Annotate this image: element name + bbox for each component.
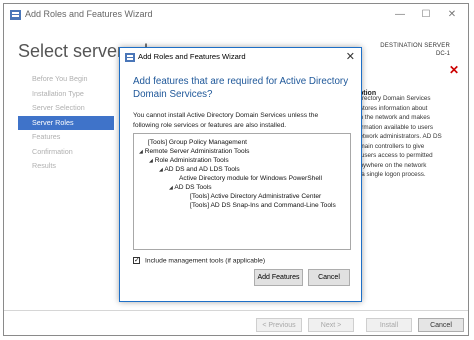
dialog-cancel-button[interactable]: Cancel — [308, 269, 350, 286]
include-tools-checkbox[interactable]: ✓ — [133, 257, 140, 264]
include-tools-label: Include management tools (if applicable) — [145, 257, 266, 265]
tree-item[interactable]: [Tools] AD DS Snap-Ins and Command-Line … — [190, 201, 336, 210]
dialog-heading-line: Domain Services? — [133, 88, 213, 100]
minimize-button[interactable]: — — [388, 7, 412, 23]
tree-item-label: [Tools] AD DS Snap-Ins and Command-Line … — [190, 202, 336, 209]
description-line: on the network and makes — [356, 114, 430, 121]
window-title: Add Roles and Features Wizard — [25, 9, 153, 19]
dialog-message-line: You cannot install Active Directory Doma… — [133, 112, 319, 119]
dialog-heading: Add features that are required for Activ… — [133, 76, 353, 101]
server-manager-icon — [125, 53, 135, 62]
nav-item-results[interactable]: Results — [18, 159, 114, 174]
tree-item-label: [Tools] Active Directory Administrative … — [190, 193, 322, 200]
dialog-message: You cannot install Active Directory Doma… — [133, 111, 358, 130]
install-button[interactable]: Install — [366, 318, 412, 332]
tree-item-label: Remote Server Administration Tools — [144, 148, 250, 155]
expand-triangle-icon[interactable]: ◢ — [159, 167, 163, 173]
expand-triangle-icon[interactable]: ◢ — [149, 158, 153, 164]
dialog-title: Add Roles and Features Wizard — [138, 52, 246, 61]
server-manager-icon — [10, 10, 21, 20]
description-line: omain controllers to give — [356, 142, 425, 150]
tree-item-label: AD DS Tools — [174, 184, 212, 191]
role-description: Directory Domain Services ) stores infor… — [356, 94, 471, 180]
description-line: formation available to users — [356, 123, 434, 131]
tree-item-label: [Tools] Group Policy Management — [148, 139, 247, 146]
tree-item-label: Role Administration Tools — [154, 157, 229, 164]
description-line: network administrators. AD DS — [356, 133, 442, 140]
dialog-titlebar[interactable]: Add Roles and Features Wizard ✕ — [120, 48, 361, 66]
description-line: anywhere on the network — [356, 161, 427, 169]
add-features-dialog: Add Roles and Features Wizard ✕ Add feat… — [119, 47, 362, 302]
nav-item-installation-type[interactable]: Installation Type — [18, 87, 114, 102]
maximize-button[interactable]: ☐ — [414, 7, 438, 23]
wizard-nav: Before You Begin Installation Type Serve… — [18, 72, 114, 174]
description-line: k users access to permitted — [356, 152, 433, 159]
nav-item-before-you-begin[interactable]: Before You Begin — [18, 72, 114, 87]
description-line: Directory Domain Services — [356, 95, 431, 102]
nav-item-confirmation[interactable]: Confirmation — [18, 145, 114, 160]
tree-item[interactable]: Active Directory module for Windows Powe… — [179, 174, 322, 183]
description-line: ) stores information about — [356, 104, 428, 112]
description-line: h a single logon process. — [356, 171, 426, 178]
next-button[interactable]: Next > — [308, 318, 354, 332]
footer-divider — [4, 310, 468, 311]
wizard-cancel-button[interactable]: Cancel — [418, 318, 464, 332]
dialog-close-icon[interactable]: ✕ — [346, 50, 355, 63]
destination-server-label: DESTINATION SERVER — [380, 43, 450, 49]
error-x-icon: ✕ — [448, 63, 459, 77]
destination-server-name: DC-1 — [435, 51, 450, 57]
tree-item-label: Active Directory module for Windows Powe… — [179, 175, 322, 182]
wizard-window: Add Roles and Features Wizard — ☐ ✕ Sele… — [3, 3, 469, 336]
nav-item-server-roles[interactable]: Server Roles — [18, 115, 114, 130]
close-button[interactable]: ✕ — [440, 7, 464, 23]
window-titlebar[interactable]: Add Roles and Features Wizard — ☐ ✕ — [4, 4, 468, 26]
tree-item[interactable]: [Tools] Active Directory Administrative … — [190, 192, 321, 201]
expand-triangle-icon[interactable]: ◢ — [169, 185, 173, 191]
dialog-message-line: following role services or features are … — [133, 121, 287, 129]
include-tools-row[interactable]: ✓ Include management tools (if applicable… — [133, 257, 265, 264]
required-features-tree[interactable]: [Tools] Group Policy Management ◢ Remote… — [133, 133, 351, 250]
nav-item-features[interactable]: Features — [18, 130, 114, 145]
tree-item-label: AD DS and AD LDS Tools — [164, 166, 240, 173]
nav-item-server-selection[interactable]: Server Selection — [18, 101, 114, 116]
previous-button[interactable]: < Previous — [256, 318, 302, 332]
dialog-heading-line: Add features that are required for Activ… — [133, 76, 349, 87]
add-features-button[interactable]: Add Features — [254, 269, 303, 286]
tree-item[interactable]: [Tools] Group Policy Management — [148, 138, 247, 147]
expand-triangle-icon[interactable]: ◢ — [139, 149, 143, 155]
